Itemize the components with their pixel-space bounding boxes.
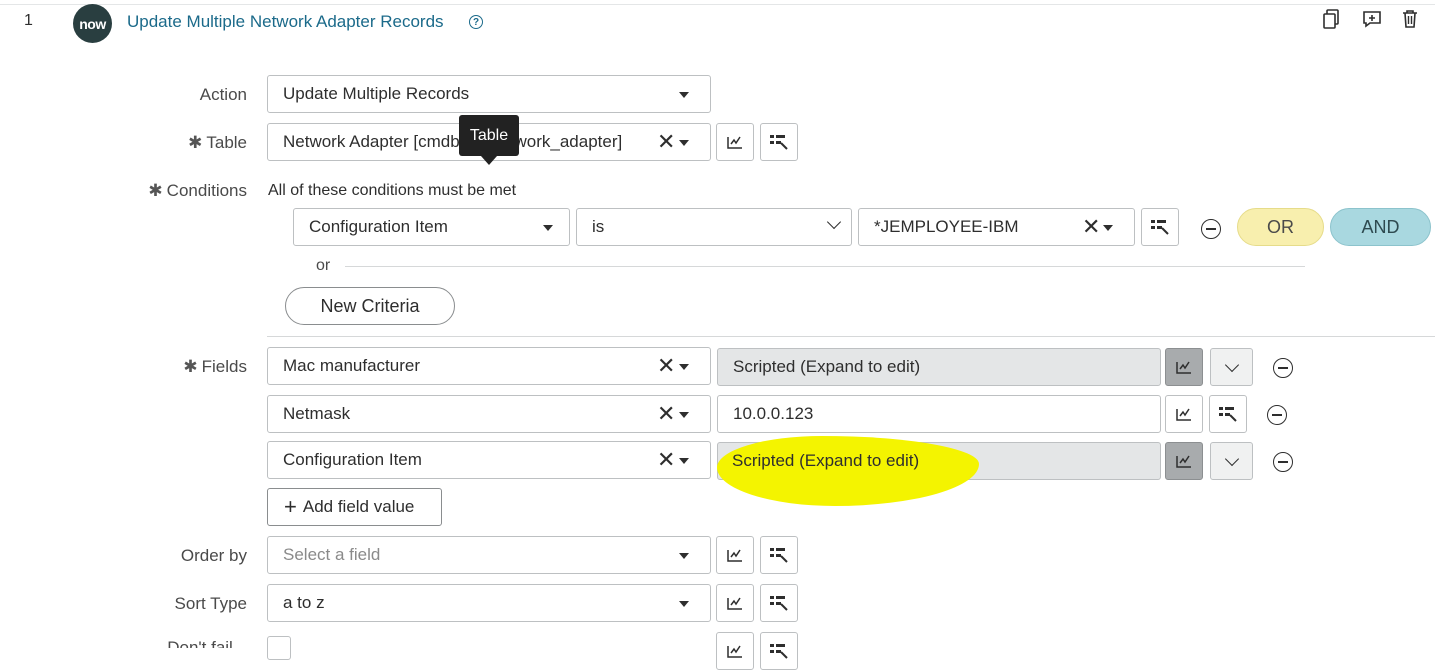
data-pill-picker-button[interactable] — [760, 584, 798, 622]
remove-field-icon[interactable] — [1267, 405, 1287, 425]
chevron-down-icon — [679, 92, 689, 98]
top-divider — [0, 4, 1435, 5]
script-toggle-button[interactable] — [1165, 348, 1203, 386]
or-separator-line — [345, 266, 1305, 267]
clear-icon[interactable]: ✕ — [657, 403, 675, 425]
table-value: Network Adapter [cmdb_ci_network_adapter… — [283, 132, 623, 151]
clear-icon[interactable]: ✕ — [657, 131, 675, 153]
table-label: ✱ Table — [188, 133, 247, 152]
field-value-input[interactable]: 10.0.0.123 — [717, 395, 1161, 433]
add-field-value-button[interactable]: + Add field value — [267, 488, 442, 526]
table-tooltip: Table — [459, 115, 519, 156]
action-value: Update Multiple Records — [283, 84, 470, 103]
chevron-down-icon — [1224, 357, 1239, 373]
copy-icon[interactable] — [1321, 8, 1343, 30]
sort-type-select[interactable]: a to z — [267, 584, 711, 622]
chevron-down-icon — [679, 412, 689, 418]
action-select[interactable]: Update Multiple Records — [267, 75, 711, 113]
step-number: 1 — [24, 12, 33, 29]
field-name-select[interactable]: Mac manufacturer ✕ — [267, 347, 711, 385]
chevron-down-icon — [679, 364, 689, 370]
conditions-summary: All of these conditions must be met — [268, 182, 517, 199]
add-comment-icon[interactable] — [1361, 8, 1383, 30]
or-button[interactable]: OR — [1237, 208, 1324, 246]
conditions-label: ✱ Conditions — [148, 181, 247, 200]
data-pill-picker-button[interactable] — [1209, 395, 1247, 433]
plus-icon: + — [284, 494, 297, 519]
expand-button[interactable] — [1210, 348, 1253, 386]
clear-icon[interactable]: ✕ — [657, 449, 675, 471]
yellow-highlight — [717, 436, 979, 506]
condition-operator-select[interactable]: is — [576, 208, 852, 246]
script-toggle-button[interactable] — [716, 536, 754, 574]
section-divider — [267, 336, 1435, 337]
help-icon[interactable]: ? — [469, 15, 483, 29]
data-pill-picker-button[interactable] — [1141, 208, 1179, 246]
script-toggle-button[interactable] — [716, 584, 754, 622]
chevron-down-icon — [679, 601, 689, 607]
data-pill-picker-button[interactable] — [760, 536, 798, 574]
script-toggle-button[interactable] — [716, 123, 754, 161]
chevron-down-icon — [679, 553, 689, 559]
step-title[interactable]: Update Multiple Network Adapter Records — [127, 12, 444, 32]
dont-fail-checkbox[interactable] — [267, 636, 291, 660]
order-by-select[interactable]: Select a field — [267, 536, 711, 574]
field-name-select[interactable]: Configuration Item ✕ — [267, 441, 711, 479]
or-separator-label: or — [316, 257, 331, 274]
clear-icon[interactable]: ✕ — [657, 355, 675, 377]
script-toggle-button[interactable] — [1165, 442, 1203, 480]
chevron-down-icon — [543, 225, 553, 231]
and-button[interactable]: AND — [1330, 208, 1431, 246]
condition-value-select[interactable]: *JEMPLOYEE-IBM ✕ — [858, 208, 1135, 246]
condition-field-select[interactable]: Configuration Item — [293, 208, 570, 246]
fields-label: ✱ Fields — [183, 357, 247, 376]
field-value-input[interactable]: Scripted (Expand to edit) — [717, 348, 1161, 386]
new-criteria-button[interactable]: New Criteria — [285, 287, 455, 325]
chevron-down-icon — [679, 458, 689, 464]
data-pill-picker-button[interactable] — [760, 123, 798, 161]
tooltip-arrow — [481, 156, 497, 165]
chevron-down-icon — [826, 214, 842, 230]
expand-button[interactable] — [1210, 442, 1253, 480]
dont-fail-label: Don't fail... — [167, 638, 247, 648]
sort-type-label: Sort Type — [174, 594, 247, 613]
chevron-down-icon — [1103, 225, 1113, 231]
remove-condition-icon[interactable] — [1201, 219, 1221, 239]
now-logo: now — [73, 4, 112, 43]
order-by-label: Order by — [180, 546, 247, 565]
remove-field-icon[interactable] — [1273, 358, 1293, 378]
script-toggle-button[interactable] — [716, 632, 754, 670]
field-name-select[interactable]: Netmask ✕ — [267, 395, 711, 433]
clear-icon[interactable]: ✕ — [1082, 216, 1100, 238]
field-value-text: Scripted (Expand to edit) — [732, 451, 920, 470]
data-pill-picker-button[interactable] — [760, 632, 798, 670]
chevron-down-icon — [1224, 451, 1239, 467]
action-label: Action — [199, 85, 247, 104]
remove-field-icon[interactable] — [1273, 452, 1293, 472]
delete-icon[interactable] — [1399, 8, 1421, 30]
chevron-down-icon — [679, 140, 689, 146]
script-toggle-button[interactable] — [1165, 395, 1203, 433]
